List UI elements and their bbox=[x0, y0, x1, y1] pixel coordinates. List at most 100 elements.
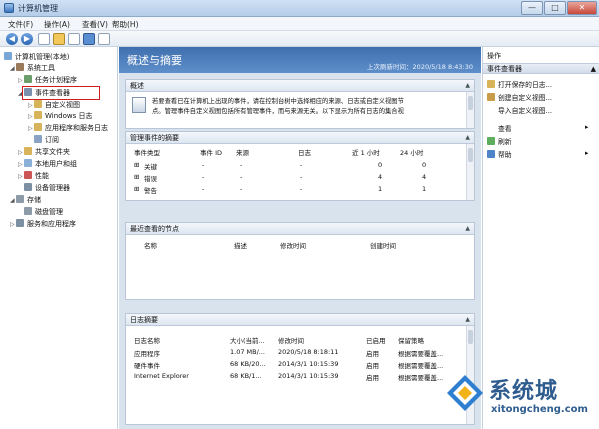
table-row[interactable]: 硬件事件 68 KB/20... 2014/3/1 10:15:39 启用 根据… bbox=[130, 359, 460, 370]
column-header[interactable]: 描述 bbox=[234, 240, 247, 250]
tree-item-performance[interactable]: ▷ 性能 bbox=[18, 171, 49, 181]
action-import-custom-view[interactable]: 导入自定义视图... bbox=[487, 105, 552, 116]
admin-summary-header[interactable]: 管理事件的摘要 ▲ bbox=[126, 132, 474, 144]
open-folder-icon bbox=[487, 80, 495, 88]
log-summary-header[interactable]: 日志摘要 ▲ bbox=[126, 314, 474, 326]
subscription-icon bbox=[34, 135, 42, 143]
forward-arrow-icon[interactable]: ▶ bbox=[21, 33, 33, 45]
tree-item-system-tools[interactable]: ◢ 系统工具 bbox=[10, 63, 55, 73]
column-header[interactable]: 名称 bbox=[144, 240, 157, 250]
admin-summary-section: 管理事件的摘要 ▲ 事件类型 事件 ID 来源 日志 近 1 小时 24 小时 ⊞… bbox=[125, 131, 475, 201]
column-header[interactable]: 已启用 bbox=[366, 335, 386, 345]
folder-icon bbox=[34, 111, 42, 119]
action-open-saved-log[interactable]: 打开保存的日志... bbox=[487, 79, 552, 90]
table-row[interactable]: ⊞ 错误 - - - 4 4 bbox=[130, 172, 460, 183]
tree-item-subscriptions[interactable]: 订阅 bbox=[34, 135, 59, 145]
table-row[interactable]: Internet Explorer 68 KB/1... 2014/3/1 10… bbox=[130, 371, 460, 382]
help-icon[interactable] bbox=[83, 33, 95, 45]
device-manager-icon bbox=[24, 183, 32, 191]
tools-icon bbox=[16, 63, 24, 71]
tree-item-services-apps[interactable]: ▷ 服务和应用程序 bbox=[10, 219, 76, 229]
tree-item-task-scheduler[interactable]: ▷ 任务计划程序 bbox=[18, 75, 77, 85]
tree-item-app-service-logs[interactable]: ▷ 应用程序和服务日志 bbox=[28, 123, 108, 133]
folder-icon bbox=[34, 100, 42, 108]
watermark-url: xitongcheng.com bbox=[491, 404, 588, 415]
main-pane: 概述与摘要 上次刷新时间：2020/5/18 8:43:30 概述 ▲ 若要查看已… bbox=[119, 47, 481, 429]
show-hide-tree-icon[interactable] bbox=[53, 33, 65, 45]
storage-icon bbox=[16, 195, 24, 203]
back-arrow-icon[interactable]: ◀ bbox=[6, 33, 18, 45]
overview-header: 概述与摘要 上次刷新时间：2020/5/18 8:43:30 bbox=[119, 47, 481, 73]
column-header[interactable]: 修改时间 bbox=[278, 335, 304, 345]
console-icon[interactable] bbox=[98, 33, 110, 45]
collapse-icon[interactable]: ▲ bbox=[465, 80, 470, 92]
computer-management-icon bbox=[4, 3, 14, 13]
collapse-icon[interactable]: ▲ bbox=[465, 314, 470, 326]
submenu-arrow-icon: ▸ bbox=[585, 149, 589, 157]
tree-item-windows-logs[interactable]: ▷ Windows 日志 bbox=[28, 111, 92, 121]
action-help[interactable]: 帮助 ▸ bbox=[487, 149, 588, 160]
overview-scrollbar[interactable] bbox=[466, 92, 474, 128]
column-header[interactable]: 日志名称 bbox=[134, 335, 160, 345]
help-icon bbox=[487, 150, 495, 158]
menu-help[interactable]: 帮助(H) bbox=[112, 19, 139, 30]
actions-header: 操作 bbox=[483, 51, 599, 62]
properties-icon[interactable] bbox=[68, 33, 80, 45]
column-header[interactable]: 近 1 小时 bbox=[352, 147, 380, 157]
folder-icon bbox=[34, 123, 42, 131]
menu-file[interactable]: 文件(F) bbox=[8, 19, 33, 30]
maximize-button[interactable]: □ bbox=[544, 1, 566, 15]
services-icon bbox=[16, 219, 24, 227]
overview-section-header[interactable]: 概述 ▲ bbox=[126, 80, 474, 92]
filter-icon bbox=[487, 93, 495, 101]
minimize-button[interactable]: — bbox=[521, 1, 543, 15]
column-header[interactable]: 保留策略 bbox=[398, 335, 424, 345]
watermark: 系统城 xitongcheng.com bbox=[445, 371, 593, 423]
collapse-icon[interactable]: ▲ bbox=[591, 64, 596, 75]
up-folder-icon[interactable] bbox=[38, 33, 50, 45]
column-header[interactable]: 来源 bbox=[236, 147, 249, 157]
table-row[interactable]: 应用程序 1.07 MB/... 2020/5/18 8:18:11 启用 根据… bbox=[130, 347, 460, 358]
close-button[interactable]: ✕ bbox=[567, 1, 597, 15]
column-header[interactable]: 事件类型 bbox=[134, 147, 160, 157]
collapse-icon[interactable]: ▲ bbox=[465, 223, 470, 235]
column-header[interactable]: 修改时间 bbox=[280, 240, 306, 250]
action-create-custom-view[interactable]: 创建自定义视图... bbox=[487, 92, 552, 103]
menu-view[interactable]: 查看(V) bbox=[82, 19, 108, 30]
tree-item-disk-management[interactable]: 磁盘管理 bbox=[24, 207, 63, 217]
red-highlight-box bbox=[22, 86, 100, 100]
overview-text-1: 若要查看已在计算机上出现的事件，请在控制台树中选择相应的来源、日志或自定义视图节 bbox=[152, 98, 404, 105]
watermark-name: 系统城 bbox=[489, 379, 559, 404]
tree-item-storage[interactable]: ◢ 存储 bbox=[10, 195, 41, 205]
admin-summary-scrollbar[interactable] bbox=[466, 144, 474, 200]
window-title: 计算机管理 bbox=[18, 4, 58, 13]
watermark-logo-icon bbox=[447, 375, 483, 411]
table-row[interactable]: ⊞ 关键 - - - 0 0 bbox=[130, 160, 460, 171]
performance-icon bbox=[24, 171, 32, 179]
expand-icon[interactable]: ⊞ bbox=[134, 161, 139, 169]
action-refresh[interactable]: 刷新 bbox=[487, 136, 512, 147]
toolbar: ◀ ▶ bbox=[0, 31, 599, 47]
recent-nodes-header[interactable]: 最近查看的节点 ▲ bbox=[126, 223, 474, 235]
tree-item-custom-views[interactable]: ▷ 自定义视图 bbox=[28, 100, 80, 110]
menu-action[interactable]: 操作(A) bbox=[44, 19, 70, 30]
tree-item-device-manager[interactable]: 设备管理器 bbox=[24, 183, 70, 193]
tree-item-shared-folders[interactable]: ▷ 共享文件夹 bbox=[18, 147, 70, 157]
table-row[interactable]: ⊞ 警告 - - - 1 1 bbox=[130, 184, 460, 195]
expand-icon[interactable]: ⊞ bbox=[134, 185, 139, 193]
tree-item-local-users[interactable]: ▷ 本地用户和组 bbox=[18, 159, 77, 169]
actions-section-event-viewer[interactable]: 事件查看器 ▲ bbox=[483, 63, 599, 74]
admin-summary-columns: 事件类型 事件 ID 来源 日志 近 1 小时 24 小时 bbox=[130, 146, 460, 157]
tree-item-root[interactable]: 计算机管理(本地) bbox=[4, 52, 69, 62]
column-header[interactable]: 创建时间 bbox=[370, 240, 396, 250]
expand-icon[interactable]: ⊞ bbox=[134, 173, 139, 181]
column-header[interactable]: 事件 ID bbox=[200, 147, 222, 157]
collapse-icon[interactable]: ▲ bbox=[465, 132, 470, 144]
log-summary-columns: 日志名称 大小(当前... 修改时间 已启用 保留策略 bbox=[130, 334, 460, 345]
log-summary-section: 日志摘要 ▲ 日志名称 大小(当前... 修改时间 已启用 保留策略 应用程序 1… bbox=[125, 313, 475, 425]
event-log-icon bbox=[132, 97, 146, 113]
action-view[interactable]: 查看 ▸ bbox=[487, 123, 588, 134]
column-header[interactable]: 大小(当前... bbox=[230, 335, 265, 345]
column-header[interactable]: 日志 bbox=[298, 147, 311, 157]
column-header[interactable]: 24 小时 bbox=[400, 147, 423, 157]
